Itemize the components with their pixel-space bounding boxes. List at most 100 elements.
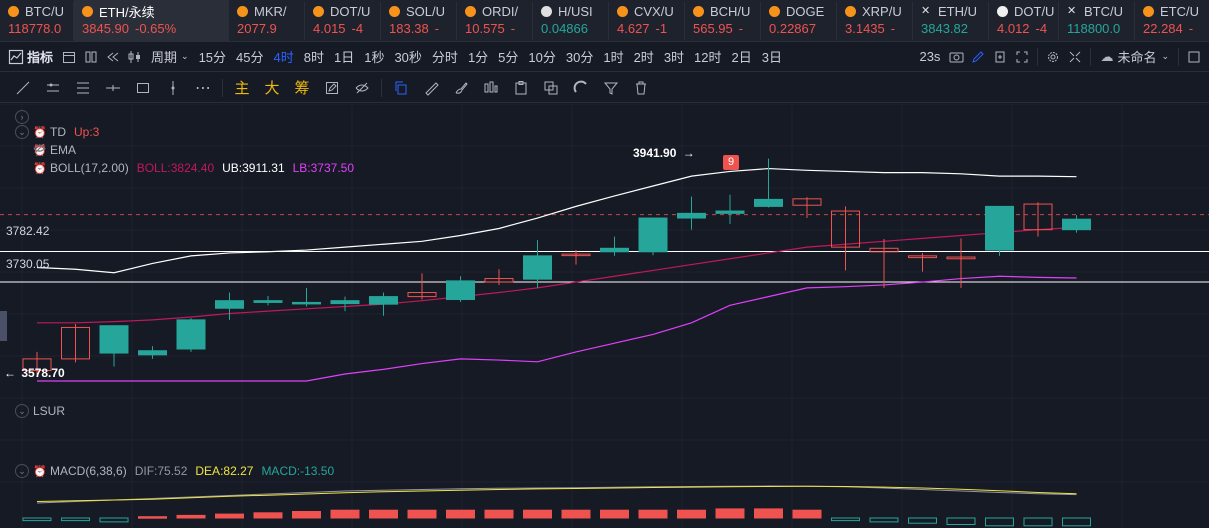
trash-icon[interactable] (626, 75, 656, 101)
camera-icon[interactable] (945, 46, 967, 68)
interval-button[interactable]: 10分 (523, 45, 560, 69)
chevron-down-icon[interactable]: ⌄ (15, 464, 29, 478)
candle-body (677, 212, 706, 219)
ticker-item[interactable]: DOGE 0.22867 (761, 0, 837, 41)
macd-bar (792, 509, 822, 519)
parallel-lines-icon[interactable] (38, 75, 68, 101)
add-note-icon[interactable] (989, 46, 1011, 68)
interval-button[interactable]: 8时 (299, 45, 329, 69)
macd-bar (22, 517, 52, 522)
candle-body (446, 280, 475, 301)
ticker-item[interactable]: DOT/U 4.015 -4 (305, 0, 381, 41)
ticker-item[interactable]: ETH/永续 3845.90 -0.65% (74, 0, 229, 41)
eye-off-icon[interactable] (347, 75, 377, 101)
clipboard-icon[interactable] (506, 75, 536, 101)
indicator-chart-icon (5, 46, 27, 68)
ticker-change: -0.65% (135, 21, 177, 36)
ticker-symbol: MKR/ (254, 4, 287, 19)
fib-lines-icon[interactable] (68, 75, 98, 101)
macd-bar (946, 517, 976, 525)
ticker-item[interactable]: ORDI/10.575- (457, 0, 533, 41)
interval-button[interactable]: 3时 (659, 45, 689, 69)
ticker-item[interactable]: DOT/U 4.012 -4 (989, 0, 1059, 41)
trend-line-icon[interactable] (8, 75, 38, 101)
ticker-item[interactable]: BCH/U 565.95- (685, 0, 761, 41)
ticker-symbol: DOT/U (330, 4, 371, 19)
side-handle[interactable] (0, 311, 7, 341)
ticker-item[interactable]: H/USI 0.04866 (533, 0, 609, 41)
candle-type-icon[interactable] (124, 46, 146, 68)
period-dropdown[interactable]: 周期 ⌄ (146, 45, 194, 69)
ticker-item[interactable]: ✕ ETH/U 3843.82 (913, 0, 989, 41)
interval-button[interactable]: 45分 (231, 45, 268, 69)
ticker-item[interactable]: ETC/U 22.284- (1135, 0, 1209, 41)
brush-icon[interactable] (446, 75, 476, 101)
fullscreen-icon[interactable] (1011, 46, 1033, 68)
ticker-item[interactable]: BTC/U 118778.0 (0, 0, 74, 41)
td-count-value: 9 (727, 156, 735, 168)
candle-body (330, 300, 360, 305)
interval-button[interactable]: 12时 (689, 45, 726, 69)
main-tool-button[interactable]: 主 (227, 77, 257, 98)
layout-grid-icon[interactable] (80, 46, 102, 68)
rectangle-icon[interactable] (128, 75, 158, 101)
interval-button[interactable]: 4时 (269, 45, 299, 69)
interval-button[interactable]: 1分 (463, 45, 493, 69)
indicators-button[interactable]: 指标 (0, 45, 58, 69)
ticker-change: - (434, 21, 440, 36)
ticker-symbol: ETC/U (1160, 4, 1199, 19)
calendar-icon[interactable] (58, 46, 80, 68)
macd-legend: ⌄ ⏰ MACD(6,38,6) DIF:75.52 DEA:82.27 MAC… (15, 464, 334, 478)
low-price-value: 3578.70 (21, 366, 65, 380)
edit-icon[interactable] (317, 75, 347, 101)
expand-icon[interactable] (1064, 46, 1086, 68)
layers-icon[interactable] (536, 75, 566, 101)
pen-icon[interactable] (967, 46, 989, 68)
interval-button[interactable]: 2时 (629, 45, 659, 69)
interval-button[interactable]: 1日 (329, 45, 359, 69)
interval-button[interactable]: 1时 (598, 45, 628, 69)
horizontal-line-icon[interactable] (98, 75, 128, 101)
vertical-line-icon[interactable] (158, 75, 188, 101)
alarm-icon[interactable]: ⏰ (33, 464, 47, 478)
alarm-icon[interactable]: ⏰ (33, 125, 47, 139)
interval-button[interactable]: 15分 (194, 45, 231, 69)
ruler-icon[interactable] (416, 75, 446, 101)
chevron-down-icon[interactable]: ⌄ (15, 404, 29, 418)
boll-mid: BOLL:3824.40 (136, 161, 215, 175)
copy-icon[interactable] (386, 75, 416, 101)
ticker-item[interactable]: CVX/U 4.627 -1 (609, 0, 685, 41)
ticker-symbol: DOGE (786, 4, 825, 19)
interval-button[interactable]: 5分 (493, 45, 523, 69)
rewind-icon[interactable] (102, 46, 124, 68)
eye-off-icon[interactable] (33, 143, 100, 157)
interval-button[interactable]: 1秒 (359, 45, 389, 69)
window-icon[interactable] (1183, 46, 1205, 68)
candle-body (523, 255, 552, 280)
candles-icon[interactable] (476, 75, 506, 101)
more-tools-icon[interactable]: ⋯ (188, 75, 218, 101)
interval-button[interactable]: 3日 (757, 45, 787, 69)
gear-icon[interactable] (1042, 46, 1064, 68)
candle-body (369, 296, 398, 305)
interval-button[interactable]: 30分 (561, 45, 598, 69)
ticker-item[interactable]: ✕ BTC/U 118800.0 (1059, 0, 1135, 41)
ticker-price: 2077.9 (237, 21, 277, 36)
bitcoin-icon (82, 6, 93, 17)
magnet-icon[interactable] (566, 75, 596, 101)
chart-area[interactable]: › ⌄ ⏰ TD Up:3 ⏰ EMA ⏰ BOLL(17,2.00) BOLL… (0, 104, 1209, 528)
interval-button[interactable]: 30秒 (389, 45, 426, 69)
interval-button[interactable]: 分时 (427, 45, 463, 69)
layout-name-label: 未命名 (1117, 50, 1157, 65)
interval-button[interactable]: 2日 (727, 45, 757, 69)
chip-tool-button[interactable]: 筹 (287, 77, 317, 98)
big-tool-button[interactable]: 大 (257, 77, 287, 98)
collapse-legend-icon[interactable]: › (15, 110, 29, 124)
chevron-down-icon[interactable]: ⌄ (15, 125, 29, 139)
filter-icon[interactable] (596, 75, 626, 101)
ticker-item[interactable]: XRP/U 3.1435- (837, 0, 913, 41)
ticker-item[interactable]: MKR/2077.9 (229, 0, 305, 41)
ticker-item[interactable]: SOL/U 183.38- (381, 0, 457, 41)
alarm-icon[interactable]: ⏰ (33, 161, 47, 175)
layout-name-dropdown[interactable]: ☁ 未命名 ⌄ (1095, 45, 1174, 69)
